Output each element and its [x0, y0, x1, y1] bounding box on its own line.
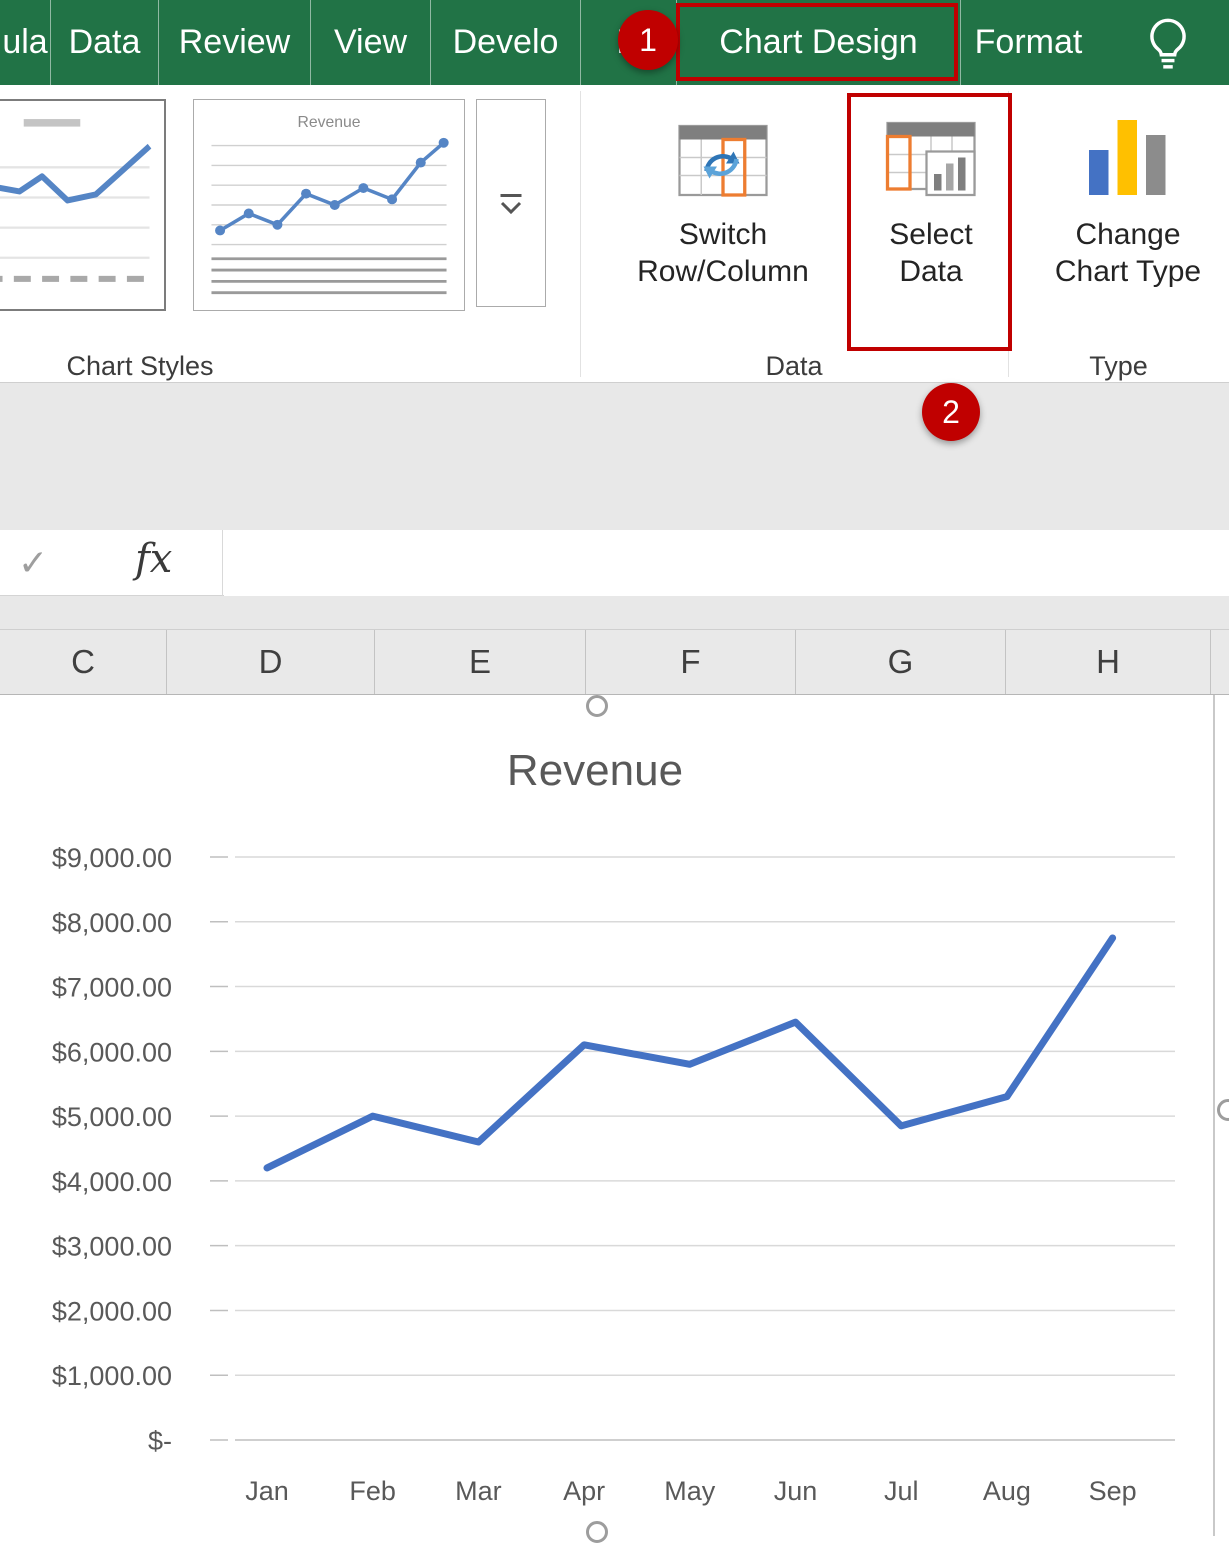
group-label-data: Data [765, 351, 823, 381]
formula-bar-input[interactable] [224, 530, 1229, 596]
chart-style-thumbnail-selected[interactable] [0, 99, 166, 311]
chart-resize-handle-top[interactable] [586, 695, 608, 717]
svg-text:$2,000.00: $2,000.00 [52, 1296, 172, 1326]
formula-bar-divider [222, 530, 223, 596]
chart-style-thumbnail-2[interactable]: Revenue [193, 99, 465, 311]
tab-data[interactable]: Data [50, 0, 158, 85]
chart-resize-handle-bottom[interactable] [586, 1521, 608, 1543]
thumb2-title: Revenue [297, 114, 360, 131]
group-label-chart-styles: Chart Styles [66, 351, 214, 381]
svg-text:$4,000.00: $4,000.00 [52, 1167, 172, 1197]
column-header-d[interactable]: D [167, 630, 375, 694]
chart-style-1-preview-icon [0, 119, 152, 282]
column-header-row: C D E F G H [0, 630, 1229, 695]
svg-text:Sep: Sep [1089, 1476, 1137, 1506]
group-separator [580, 91, 581, 377]
switch-row-column-button[interactable]: Switch Row/Column [597, 93, 849, 290]
svg-text:$3,000.00: $3,000.00 [52, 1232, 172, 1262]
ribbon-tab-bar: ula Data Review View Develo H Chart Desi… [0, 0, 1229, 85]
svg-text:$-: $- [148, 1426, 172, 1456]
change-chart-type-button[interactable]: Change Chart Type [1028, 93, 1228, 290]
revenue-line-chart[interactable]: $- $1,000.00 $2,000.00 $3,000.00 $4,000.00 $5… [0, 695, 1229, 1536]
tab-view[interactable]: View [310, 0, 430, 85]
ribbon-content: Revenue Switch Row/Column Select Data Ch… [0, 85, 1229, 383]
column-header-g[interactable]: G [796, 630, 1006, 694]
tab-chart-design[interactable]: Chart Design [676, 0, 960, 85]
select-data-icon [885, 121, 976, 197]
group-separator [1008, 91, 1009, 377]
svg-text:Revenue: Revenue [507, 746, 683, 795]
svg-text:$9,000.00: $9,000.00 [52, 843, 172, 873]
svg-text:May: May [664, 1476, 716, 1506]
tab-help[interactable]: H [580, 0, 676, 85]
svg-text:$5,000.00: $5,000.00 [52, 1102, 172, 1132]
svg-text:Jun: Jun [774, 1476, 818, 1506]
ribbon-lower-band [0, 383, 1229, 530]
chart-styles-more-button[interactable] [476, 99, 546, 307]
svg-text:Feb: Feb [349, 1476, 396, 1506]
switch-row-column-label: Switch Row/Column [637, 218, 809, 288]
switch-row-column-icon [678, 124, 768, 197]
insert-function-fx-icon[interactable]: fx [135, 536, 172, 582]
column-header-partial[interactable] [1211, 630, 1229, 694]
group-label-type: Type [1089, 351, 1148, 381]
svg-text:Mar: Mar [455, 1476, 502, 1506]
tab-developer[interactable]: Develo [430, 0, 580, 85]
svg-text:$7,000.00: $7,000.00 [52, 973, 172, 1003]
svg-text:$6,000.00: $6,000.00 [52, 1037, 172, 1067]
change-chart-type-icon [1089, 120, 1166, 195]
change-chart-type-label: Change Chart Type [1054, 218, 1202, 288]
svg-text:Jan: Jan [245, 1476, 289, 1506]
svg-text:Jul: Jul [884, 1476, 919, 1506]
column-header-f[interactable]: F [586, 630, 796, 694]
column-header-c[interactable]: C [0, 630, 167, 694]
tab-formulas[interactable]: ula [0, 0, 50, 85]
column-header-e[interactable]: E [375, 630, 586, 694]
svg-text:$1,000.00: $1,000.00 [52, 1361, 172, 1391]
chevron-down-icon [500, 194, 522, 215]
chart-style-2-preview-icon: Revenue [211, 114, 449, 295]
chart-frame-right-edge [1213, 695, 1215, 1536]
select-data-button[interactable]: Select Data [852, 93, 1010, 290]
tab-format[interactable]: Format [960, 0, 1096, 85]
formula-header-gap [0, 596, 1229, 630]
column-header-h[interactable]: H [1006, 630, 1211, 694]
svg-text:$8,000.00: $8,000.00 [52, 908, 172, 938]
worksheet-area: $- $1,000.00 $2,000.00 $3,000.00 $4,000.00 $5… [0, 695, 1229, 1543]
select-data-label: Select Data [889, 218, 973, 288]
formula-bar-row: ✓ fx [0, 530, 1229, 596]
enter-checkmark-icon[interactable]: ✓ [18, 542, 48, 584]
svg-text:Apr: Apr [563, 1476, 605, 1506]
tab-review[interactable]: Review [158, 0, 310, 85]
svg-text:Aug: Aug [983, 1476, 1031, 1506]
tell-me-lightbulb-icon[interactable] [1142, 16, 1194, 72]
